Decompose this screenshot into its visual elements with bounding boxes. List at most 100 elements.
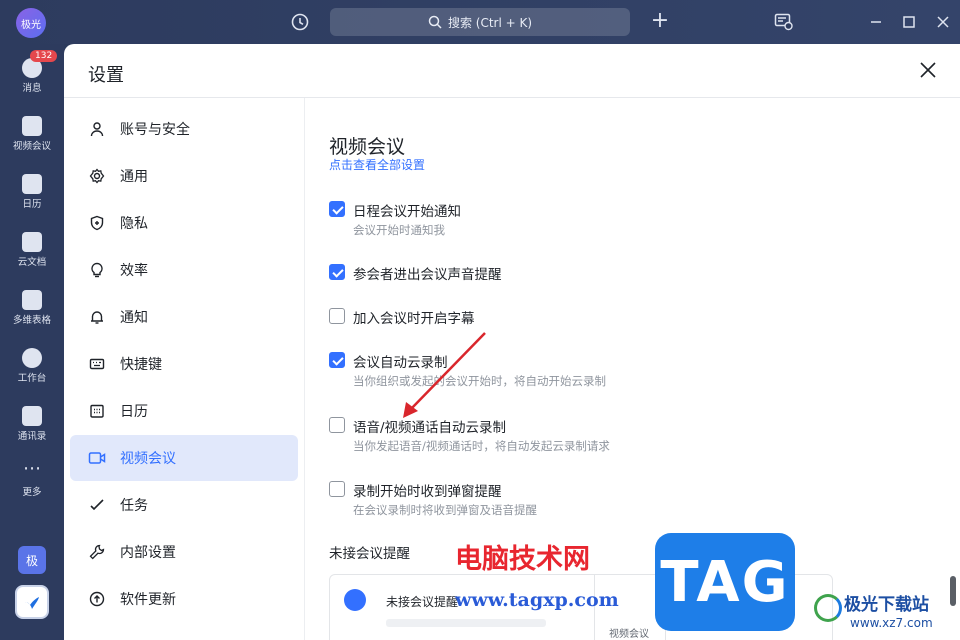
nav-label: 日历 (120, 404, 148, 420)
nav-item-account[interactable]: 账号与安全 (70, 106, 298, 152)
nav-item-software-update[interactable]: 软件更新 (70, 576, 298, 622)
video-icon (22, 116, 42, 136)
rail-item-more[interactable]: ⋯ 更多 (0, 458, 64, 506)
user-icon (88, 120, 106, 138)
maximize-icon[interactable] (898, 11, 920, 33)
preview-text: 未接会议提醒 (386, 595, 459, 609)
wrench-icon (88, 543, 106, 561)
option-label: 语音/视频通话自动云录制 (353, 420, 507, 436)
nav-label: 效率 (120, 263, 148, 279)
rail-item-label: 更多 (22, 487, 42, 498)
add-icon[interactable]: + (648, 10, 672, 34)
video-icon (88, 449, 106, 467)
watermark-url: www.tagxp.com (455, 589, 619, 611)
watermark-tag-logo: TAG (655, 533, 795, 631)
option-desc: 会议开始时通知我 (353, 223, 445, 237)
option-desc: 当你组织或发起的会议开始时，将自动开始云录制 (353, 374, 606, 388)
nav-item-privacy[interactable]: 隐私 (70, 200, 298, 246)
rail-item-label: 消息 (22, 83, 42, 94)
nav-label: 账号与安全 (120, 122, 190, 138)
more-icon: ⋯ (23, 458, 41, 479)
user-avatar[interactable]: 极光 (16, 8, 46, 38)
checkbox[interactable] (329, 308, 345, 324)
checkbox[interactable] (329, 264, 345, 280)
rail-item-label: 通讯录 (17, 431, 47, 442)
view-all-settings-link[interactable]: 点击查看全部设置 (329, 156, 425, 173)
preview-box-label: 视频会议 (609, 629, 649, 640)
site-logo-icon (814, 594, 842, 622)
checkbox[interactable] (329, 417, 345, 433)
top-bar: 极光 搜索 (Ctrl + K) + (0, 0, 960, 44)
nav-item-calendar[interactable]: 日历 (70, 388, 298, 434)
task-icon (88, 496, 106, 514)
contacts-icon (22, 406, 42, 426)
option-label: 参会者进出会议声音提醒 (353, 267, 502, 283)
rail-item-base[interactable]: 多维表格 (0, 284, 64, 332)
apps-icon (22, 348, 42, 368)
preview-placeholder-line (386, 619, 546, 627)
ji-app-button[interactable]: 极 (18, 546, 46, 574)
nav-item-tasks[interactable]: 任务 (70, 482, 298, 528)
search-icon (428, 15, 442, 29)
nav-item-notifications[interactable]: 通知 (70, 294, 298, 340)
nav-label: 内部设置 (120, 545, 176, 561)
missed-meeting-title: 未接会议提醒 (329, 546, 410, 562)
rail-item-messages[interactable]: 132 消息 (0, 50, 64, 100)
settings-header: 设置 (64, 44, 960, 98)
unread-badge: 132 (30, 50, 58, 62)
calendar-icon (22, 174, 42, 194)
rail-item-contacts[interactable]: 通讯录 (0, 400, 64, 448)
settings-title: 设置 (88, 65, 124, 86)
nav-label: 隐私 (120, 216, 148, 232)
shield-icon (88, 214, 106, 232)
settings-content: 视频会议 点击查看全部设置 日程会议开始通知 会议开始时通知我 参会者进出会议声… (304, 98, 960, 640)
nav-label: 快捷键 (120, 357, 162, 373)
rail-item-label: 多维表格 (12, 315, 51, 326)
nav-label: 通用 (120, 169, 148, 185)
left-rail: 132 消息 视频会议 日历 云文档 多维表格 工作台 通讯录 ⋯ 更多 极 (0, 44, 64, 640)
option-desc: 当你发起语音/视频通话时，将自动发起云录制请求 (353, 439, 610, 453)
nav-item-shortcuts[interactable]: 快捷键 (70, 341, 298, 387)
watermark-site: 极光下载站 www.xz7.com (810, 588, 960, 640)
option-label: 录制开始时收到弹窗提醒 (353, 484, 502, 500)
search-bar[interactable]: 搜索 (Ctrl + K) (330, 8, 630, 36)
nav-item-efficiency[interactable]: 效率 (70, 247, 298, 293)
nav-label: 软件更新 (120, 592, 176, 608)
rail-item-label: 工作台 (17, 373, 47, 384)
option-label: 会议自动云录制 (353, 355, 448, 371)
window-close-icon[interactable] (932, 11, 954, 33)
nav-item-internal-settings[interactable]: 内部设置 (70, 529, 298, 575)
checkbox[interactable] (329, 352, 345, 368)
meeting-room-icon[interactable] (773, 11, 795, 33)
nav-item-general[interactable]: 通用 (70, 153, 298, 199)
section-title: 视频会议 (329, 136, 406, 158)
settings-nav: 账号与安全 通用 隐私 效率 通知 快捷键 日历 视频会议 任务 内部设置 软件… (64, 98, 304, 640)
search-placeholder: 搜索 (Ctrl + K) (447, 15, 533, 30)
bulb-icon (88, 261, 106, 279)
nav-label: 视频会议 (120, 451, 176, 467)
rail-item-label: 视频会议 (12, 141, 51, 152)
update-icon (88, 590, 106, 608)
rail-item-workplace[interactable]: 工作台 (0, 342, 64, 390)
doc-icon (22, 232, 42, 252)
option-desc: 在会议录制时将收到弹窗及语音提醒 (353, 503, 537, 517)
camera-icon (344, 589, 366, 611)
bell-icon (88, 308, 106, 326)
gear-icon (88, 167, 106, 185)
close-icon[interactable] (918, 60, 940, 82)
watermark-cn: 电脑技术网 (455, 544, 590, 575)
option-label: 加入会议时开启字幕 (353, 311, 475, 327)
checkbox[interactable] (329, 481, 345, 497)
history-icon[interactable] (288, 10, 312, 34)
rail-item-video-meeting[interactable]: 视频会议 (0, 110, 64, 158)
rail-item-label: 日历 (22, 199, 42, 210)
minimize-icon[interactable] (865, 11, 887, 33)
checkbox[interactable] (329, 201, 345, 217)
rail-item-calendar[interactable]: 日历 (0, 168, 64, 216)
app-logo-icon[interactable] (15, 585, 49, 619)
nav-label: 任务 (120, 498, 148, 514)
keyboard-icon (88, 355, 106, 373)
rail-item-docs[interactable]: 云文档 (0, 226, 64, 274)
nav-item-video-meeting[interactable]: 视频会议 (70, 435, 298, 481)
site-name: 极光下载站 (844, 595, 929, 615)
